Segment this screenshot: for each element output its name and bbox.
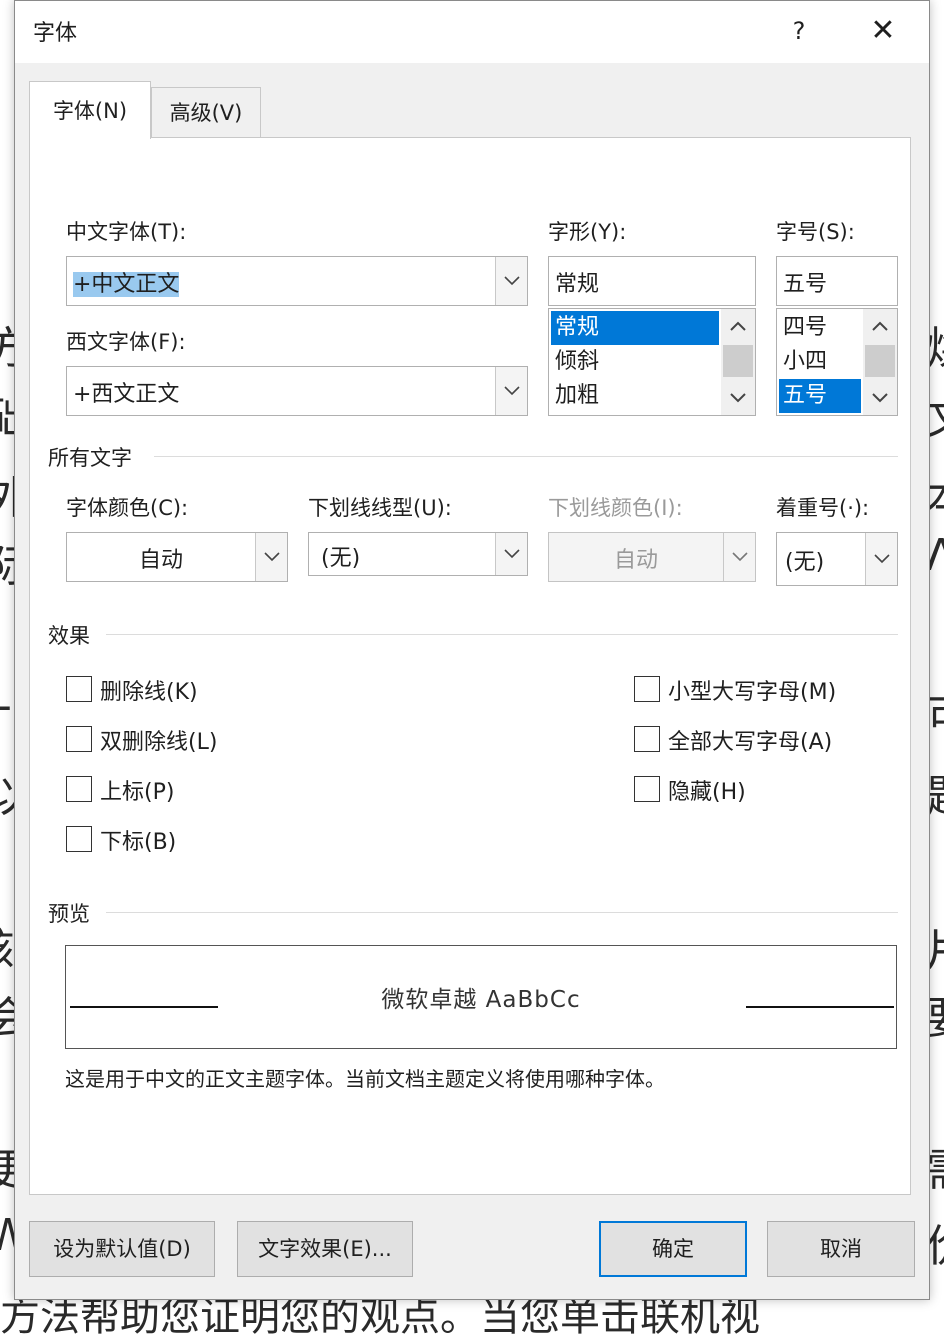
all-text-section-title: 所有文字: [48, 446, 132, 470]
superscript-checkbox[interactable]: [66, 776, 92, 802]
small-caps-checkbox[interactable]: [634, 676, 660, 702]
font-size-list[interactable]: 四号 小四 五号: [776, 308, 898, 416]
chevron-down-icon[interactable]: [721, 383, 755, 413]
font-color-value: 自动: [138, 548, 183, 573]
all-caps-checkbox[interactable]: [634, 726, 660, 752]
list-item[interactable]: 倾斜: [551, 345, 719, 379]
font-color-combo[interactable]: 自动: [66, 532, 288, 582]
list-item[interactable]: 加粗: [551, 379, 719, 413]
ok-button[interactable]: 确定: [599, 1221, 747, 1277]
tab-font[interactable]: 字体(N): [29, 81, 151, 139]
superscript-label[interactable]: 上标(P): [100, 774, 174, 806]
underline-style-value: (无): [321, 546, 361, 571]
font-color-label: 字体颜色(C):: [66, 496, 189, 520]
small-caps-label[interactable]: 小型大写字母(M): [668, 674, 836, 706]
western-font-value: +西文正文: [73, 382, 180, 407]
chinese-font-combo[interactable]: +中文正文: [66, 256, 528, 306]
chinese-font-value: +中文正文: [73, 272, 180, 297]
text-effects-button[interactable]: 文字效果(E)...: [237, 1221, 413, 1277]
hidden-checkbox[interactable]: [634, 776, 660, 802]
underline-color-combo: 自动: [548, 532, 756, 582]
font-dialog: 字体 ? ✕ 字体(N) 高级(V) 中文字体(T): +中文正文 西文字体(F…: [14, 0, 930, 1300]
section-divider: [106, 634, 898, 635]
underline-style-label: 下划线线型(U):: [308, 496, 452, 520]
scroll-thumb[interactable]: [723, 345, 753, 377]
list-item[interactable]: 常规: [551, 311, 719, 345]
western-font-combo[interactable]: +西文正文: [66, 366, 528, 416]
bg-left-char: -: [0, 680, 12, 731]
chevron-down-icon[interactable]: [255, 533, 287, 581]
subscript-label[interactable]: 下标(B): [100, 824, 176, 856]
double-strikethrough-checkbox[interactable]: [66, 726, 92, 752]
close-button[interactable]: ✕: [861, 11, 905, 51]
scrollbar[interactable]: [721, 309, 755, 415]
underline-color-value: 自动: [613, 548, 658, 573]
scroll-thumb[interactable]: [865, 345, 895, 377]
preview-section-title: 预览: [48, 902, 90, 926]
chevron-up-icon[interactable]: [721, 311, 755, 341]
font-size-input[interactable]: 五号: [776, 256, 898, 306]
section-divider: [106, 912, 898, 913]
emphasis-mark-value: (无): [785, 550, 825, 575]
font-style-input[interactable]: 常规: [548, 256, 756, 306]
emphasis-mark-combo[interactable]: (无): [776, 532, 898, 586]
chevron-down-icon: [723, 533, 755, 581]
scrollbar[interactable]: [863, 309, 897, 415]
all-caps-label[interactable]: 全部大写字母(A): [668, 724, 832, 756]
chinese-font-label: 中文字体(T):: [66, 220, 187, 244]
list-item[interactable]: 四号: [779, 311, 861, 345]
list-item[interactable]: 五号: [779, 379, 861, 413]
preview-box: 微软卓越 AaBbCc: [65, 945, 897, 1049]
cancel-button[interactable]: 取消: [767, 1221, 915, 1277]
font-size-value: 五号: [783, 272, 828, 297]
tab-advanced[interactable]: 高级(V): [151, 87, 261, 137]
set-default-button[interactable]: 设为默认值(D): [29, 1221, 215, 1277]
hidden-label[interactable]: 隐藏(H): [668, 774, 746, 806]
font-size-label: 字号(S):: [776, 220, 855, 244]
chevron-down-icon[interactable]: [865, 533, 897, 585]
subscript-checkbox[interactable]: [66, 826, 92, 852]
underline-style-combo[interactable]: (无): [308, 532, 528, 576]
chevron-down-icon[interactable]: [495, 367, 527, 415]
underline-color-label: 下划线颜色(I):: [548, 496, 683, 520]
effects-section-title: 效果: [48, 624, 90, 648]
chevron-down-icon[interactable]: [863, 383, 897, 413]
list-item[interactable]: 小四: [779, 345, 861, 379]
chevron-down-icon[interactable]: [495, 257, 527, 305]
strikethrough-checkbox[interactable]: [66, 676, 92, 702]
chevron-up-icon[interactable]: [863, 311, 897, 341]
chevron-down-icon[interactable]: [495, 533, 527, 575]
font-style-list[interactable]: 常规 倾斜 加粗: [548, 308, 756, 416]
font-style-label: 字形(Y):: [548, 220, 627, 244]
font-style-value: 常规: [555, 272, 600, 297]
preview-sample-text: 微软卓越 AaBbCc: [381, 987, 581, 1013]
strikethrough-label[interactable]: 删除线(K): [100, 674, 198, 706]
help-button[interactable]: ?: [779, 11, 819, 51]
section-divider: [154, 456, 898, 457]
western-font-label: 西文字体(F):: [66, 330, 186, 354]
double-strikethrough-label[interactable]: 双删除线(L): [100, 724, 217, 756]
dialog-title: 字体: [33, 21, 78, 46]
title-bar: 字体 ? ✕: [15, 1, 929, 63]
preview-line-right: [746, 1006, 894, 1008]
emphasis-mark-label: 着重号(·):: [776, 496, 870, 520]
preview-description: 这是用于中文的正文主题字体。当前文档主题定义将使用哪种字体。: [65, 1067, 665, 1091]
